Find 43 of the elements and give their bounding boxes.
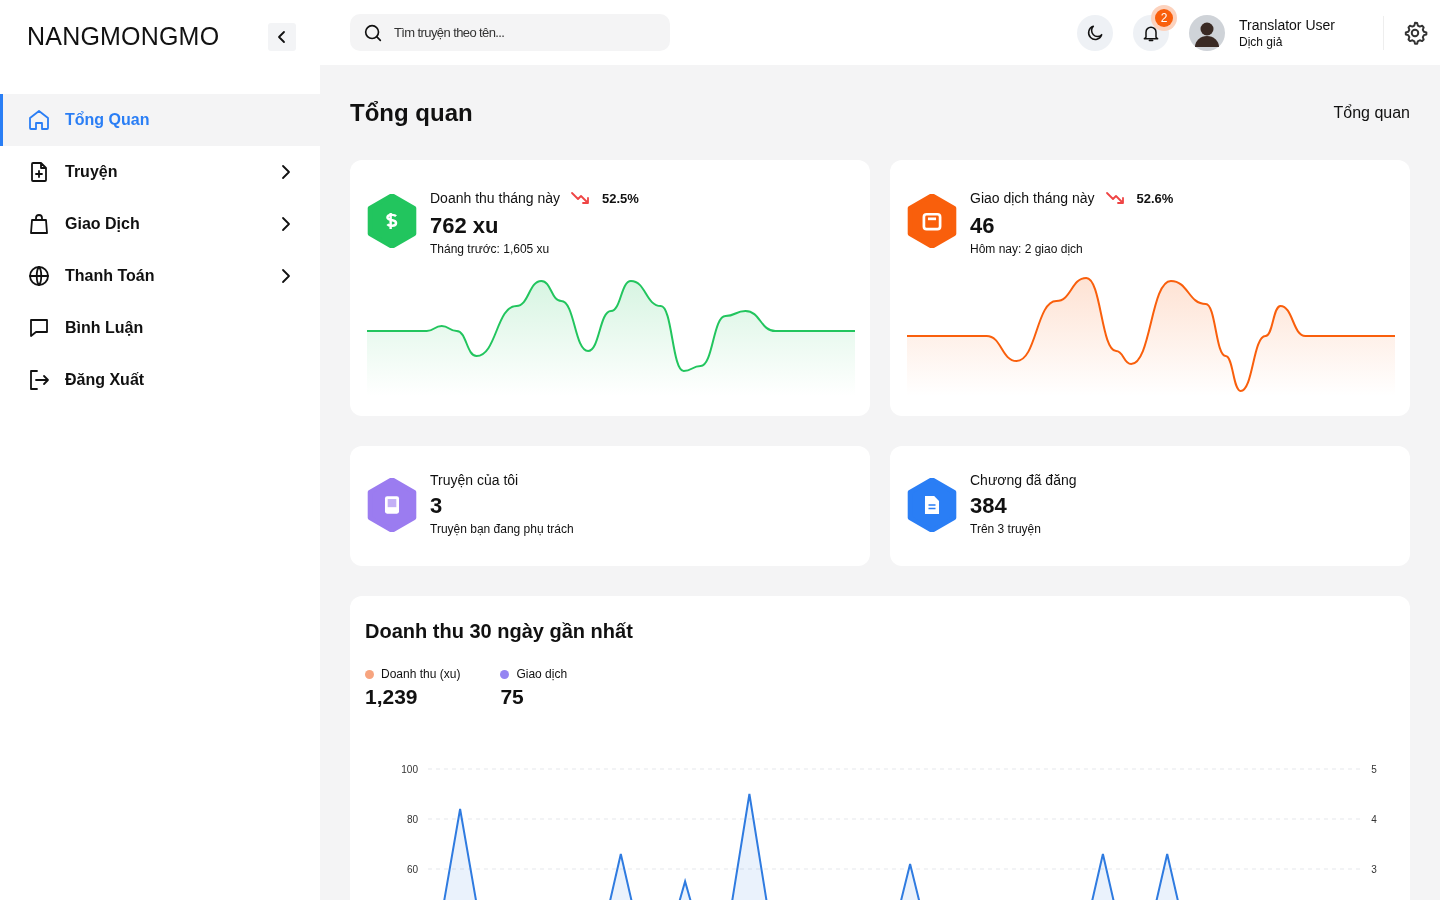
chart-title: Doanh thu 30 ngày gần nhất: [365, 620, 634, 643]
user-role: Dịch giả: [1239, 34, 1284, 49]
axis-label: 60: [406, 864, 418, 875]
change-percent: 52.6%: [1136, 190, 1174, 206]
axis-label: 100: [401, 764, 418, 775]
logo: NANGMONGMO: [27, 22, 220, 51]
stat-value: 46: [970, 213, 996, 239]
axis-label: 80: [406, 814, 418, 825]
axis-label: 4: [1371, 814, 1377, 825]
stat-label: Truyện của tôi: [430, 472, 519, 488]
stat-value: 762 xu: [430, 213, 500, 239]
notification-badge: 2: [1155, 8, 1173, 27]
search-field[interactable]: Tìm truyện theo tên...: [350, 14, 670, 51]
logout-icon: [27, 368, 51, 392]
legend-label: Doanh thu (xu): [381, 667, 461, 681]
stat-label: Giao dịch tháng này: [970, 190, 1095, 206]
stat-value: 3: [430, 493, 444, 519]
stat-note: Trên 3 truyện: [970, 522, 1042, 536]
user-name: Translator User: [1239, 16, 1335, 33]
comment-icon: [27, 316, 51, 340]
stat-note: Tháng trước: 1,605 xu: [430, 242, 551, 256]
settings-icon: [1402, 19, 1428, 46]
collapse-button[interactable]: [268, 22, 296, 51]
stat-label: Chương đã đăng: [970, 472, 1077, 488]
nav-item[interactable]: Tổng Quan: [0, 94, 320, 146]
page-title: Tổng quan: [350, 98, 473, 127]
legend-label: Giao dịch: [516, 667, 568, 681]
stat-note: Truyện bạn đang phụ trách: [430, 522, 574, 536]
globe-icon: [27, 264, 51, 288]
theme-toggle-button[interactable]: [1077, 14, 1113, 51]
search-icon: [362, 22, 384, 44]
legend-value: 1,239: [365, 685, 419, 709]
avatar: [1189, 14, 1225, 51]
change-percent: 52.5%: [602, 190, 639, 206]
home-icon: [27, 108, 51, 132]
stat-label: Doanh thu tháng này: [430, 190, 560, 206]
stat-value: 384: [970, 493, 1008, 519]
breadcrumb: Tổng quan: [1333, 103, 1410, 122]
axis-label: 3: [1371, 864, 1377, 875]
axis-label: 5: [1371, 764, 1377, 775]
legend-value: 75: [500, 685, 525, 709]
shopping-bag-icon: [27, 212, 51, 236]
stat-note: Hôm nay: 2 giao dịch: [970, 242, 1084, 256]
